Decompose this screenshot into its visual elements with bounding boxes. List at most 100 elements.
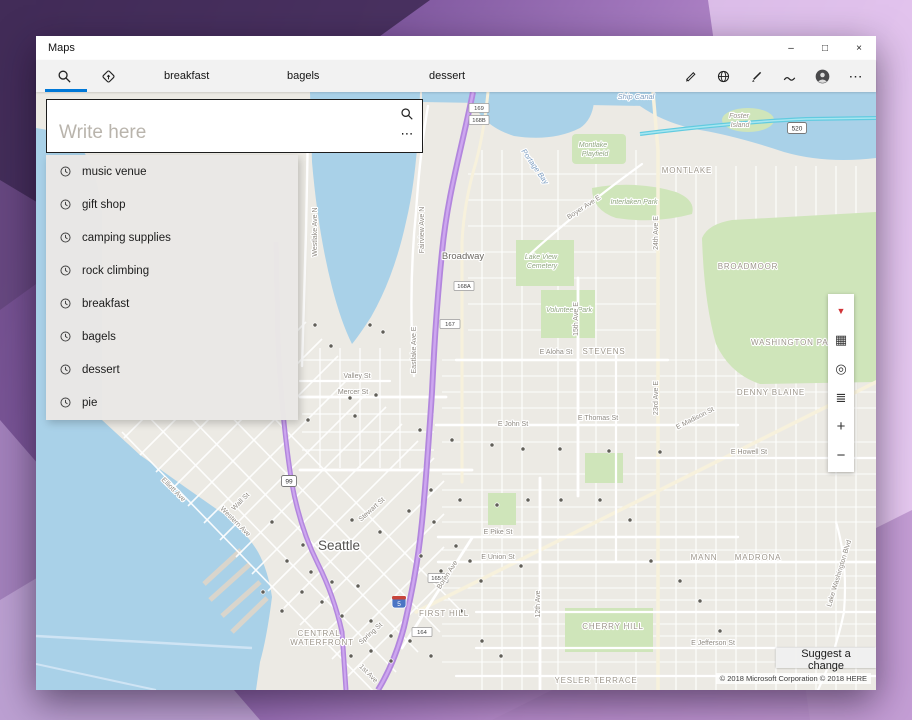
poi-dot[interactable] (499, 654, 503, 658)
poi-dot[interactable] (309, 570, 313, 574)
map-label: MADRONA (735, 553, 782, 562)
poi-dot[interactable] (300, 590, 304, 594)
poi-dot[interactable] (349, 654, 353, 658)
poi-dot[interactable] (678, 579, 682, 583)
poi-dot[interactable] (369, 619, 373, 623)
ink-toolbar-icon[interactable] (674, 60, 707, 92)
close-button[interactable]: × (842, 36, 876, 60)
poi-dot[interactable] (521, 447, 525, 451)
poi-dot[interactable] (419, 554, 423, 558)
poi-dot[interactable] (454, 544, 458, 548)
poi-dot[interactable] (320, 600, 324, 604)
more-options-button[interactable]: ⋯ (839, 60, 872, 92)
poi-dot[interactable] (408, 639, 412, 643)
poi-dot[interactable] (649, 559, 653, 563)
poi-dot[interactable] (439, 569, 443, 573)
poi-dot[interactable] (306, 418, 310, 422)
map-label: E Aloha St (540, 349, 573, 356)
search-input[interactable] (47, 100, 392, 152)
maximize-button[interactable]: □ (808, 36, 842, 60)
poi-dot[interactable] (559, 498, 563, 502)
poi-dot[interactable] (301, 543, 305, 547)
tab-bagels[interactable]: bagels (285, 60, 427, 92)
search-submit-icon[interactable] (400, 107, 414, 126)
avatar[interactable] (806, 60, 839, 92)
poi-dot[interactable] (607, 449, 611, 453)
poi-dot[interactable] (261, 590, 265, 594)
poi-dot[interactable] (479, 579, 483, 583)
search-more-icon[interactable]: ⋯ (401, 129, 414, 139)
poi-dot[interactable] (381, 330, 385, 334)
poi-dot[interactable] (698, 599, 702, 603)
history-item[interactable]: pie (46, 386, 298, 419)
poi-dot[interactable] (519, 564, 523, 568)
history-item[interactable]: dessert (46, 353, 298, 386)
poi-dot[interactable] (369, 649, 373, 653)
poi-dot[interactable] (350, 518, 354, 522)
history-item[interactable]: music venue (46, 155, 298, 188)
my-location-button[interactable]: ◎ (828, 354, 854, 383)
history-item[interactable]: gift shop (46, 188, 298, 221)
history-item[interactable]: breakfast (46, 287, 298, 320)
poi-dot[interactable] (432, 520, 436, 524)
poi-dot[interactable] (490, 443, 494, 447)
poi-dot[interactable] (468, 559, 472, 563)
poi-dot[interactable] (558, 447, 562, 451)
map-views-button[interactable]: ▦ (828, 325, 854, 354)
scribble-icon[interactable] (773, 60, 806, 92)
poi-dot[interactable] (329, 344, 333, 348)
search-history-list: music venuegift shopcamping suppliesrock… (46, 155, 298, 420)
exit-tag: 168A (454, 282, 474, 291)
suggest-change-button[interactable]: Suggest a change (776, 648, 876, 668)
map-area: 520995169168B168A167165A164Ship CanalPor… (36, 92, 876, 690)
globe-icon[interactable] (707, 60, 740, 92)
poi-dot[interactable] (480, 639, 484, 643)
map-label: E Thomas St (578, 415, 618, 422)
history-item[interactable]: camping supplies (46, 221, 298, 254)
history-item[interactable]: bagels (46, 320, 298, 353)
zoom-out-button[interactable]: − (828, 441, 854, 470)
zoom-in-button[interactable]: + (828, 412, 854, 441)
poi-dot[interactable] (340, 614, 344, 618)
poi-dot[interactable] (374, 393, 378, 397)
poi-dot[interactable] (418, 428, 422, 432)
poi-dot[interactable] (285, 559, 289, 563)
poi-dot[interactable] (658, 450, 662, 454)
poi-dot[interactable] (429, 654, 433, 658)
poi-dot[interactable] (378, 530, 382, 534)
search-icon[interactable] (46, 60, 82, 92)
svg-text:164: 164 (417, 630, 427, 636)
map-label: 15th Ave E (573, 302, 580, 336)
poi-dot[interactable] (526, 498, 530, 502)
pen-icon[interactable] (740, 60, 773, 92)
poi-dot[interactable] (270, 520, 274, 524)
map-label: Island (731, 122, 751, 129)
tilt-button[interactable]: ≣ (828, 383, 854, 412)
tab-dessert[interactable]: dessert (427, 60, 557, 92)
poi-dot[interactable] (330, 580, 334, 584)
history-item[interactable]: rock climbing (46, 254, 298, 287)
minimize-button[interactable]: – (774, 36, 808, 60)
poi-dot[interactable] (429, 488, 433, 492)
poi-dot[interactable] (368, 323, 372, 327)
poi-dot[interactable] (628, 518, 632, 522)
location-pin-button[interactable]: ▼ (828, 296, 854, 325)
map-label: Eastlake Ave E (411, 326, 418, 373)
poi-dot[interactable] (348, 396, 352, 400)
active-tab-indicator (45, 89, 87, 92)
tab-breakfast[interactable]: breakfast (162, 60, 285, 92)
poi-dot[interactable] (356, 584, 360, 588)
poi-dot[interactable] (495, 503, 499, 507)
poi-dot[interactable] (718, 629, 722, 633)
poi-dot[interactable] (407, 509, 411, 513)
poi-dot[interactable] (458, 498, 462, 502)
titlebar[interactable]: Maps – □ × (36, 36, 876, 60)
directions-icon[interactable] (90, 60, 126, 92)
poi-dot[interactable] (389, 634, 393, 638)
poi-dot[interactable] (389, 659, 393, 663)
poi-dot[interactable] (598, 498, 602, 502)
poi-dot[interactable] (280, 609, 284, 613)
poi-dot[interactable] (313, 323, 317, 327)
poi-dot[interactable] (450, 438, 454, 442)
poi-dot[interactable] (353, 414, 357, 418)
